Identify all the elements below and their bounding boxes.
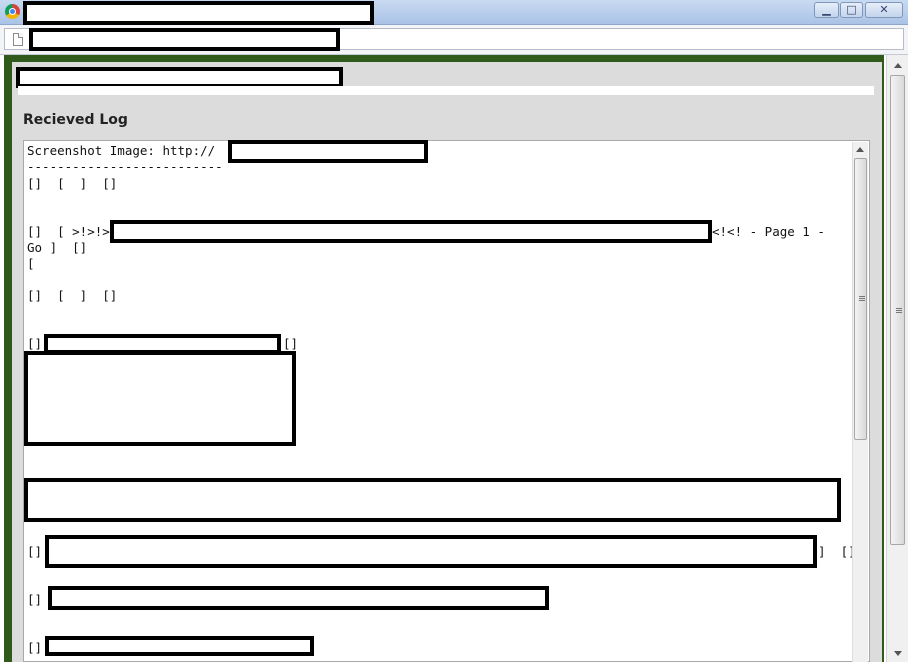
page-scroll-up-arrow-icon[interactable] — [894, 63, 902, 68]
log-line-8-prefix: [] — [27, 336, 43, 351]
link-redacted-2 — [45, 535, 817, 568]
address-bar-area — [0, 25, 908, 55]
block-redacted — [24, 351, 296, 446]
url-redacted — [29, 28, 340, 51]
scroll-up-arrow-icon[interactable] — [856, 147, 864, 152]
header-redacted — [16, 67, 343, 88]
maximize-button[interactable]: □ — [840, 2, 863, 18]
log-line-9-suffix: ] [] — [818, 544, 856, 559]
page-icon — [13, 33, 23, 46]
window-title-bar: ▁ □ ✕ — [0, 0, 908, 25]
close-button[interactable]: ✕ — [865, 2, 903, 18]
link-redacted-4 — [45, 636, 314, 656]
log-scrollbar[interactable] — [852, 142, 868, 662]
log-line-6: [ — [27, 256, 35, 271]
log-line-11-prefix: [] — [27, 640, 43, 655]
page-scrollbar-thumb[interactable] — [890, 75, 905, 545]
page-scroll-down-arrow-icon[interactable] — [894, 651, 902, 656]
minimize-button[interactable]: ▁ — [814, 2, 839, 18]
window-title-redacted — [23, 1, 374, 25]
page-title-redacted — [110, 220, 712, 243]
wide-block-redacted — [24, 478, 841, 522]
log-line-5: Go ] [] — [27, 240, 88, 255]
log-line-4-prefix: [] [ >!>!> — [27, 224, 110, 239]
header-divider — [18, 86, 874, 95]
chrome-icon — [5, 4, 20, 19]
log-line-7: [] [ ] [] — [27, 288, 118, 303]
screenshot-url-redacted — [228, 140, 428, 163]
log-heading: Recieved Log — [23, 112, 128, 128]
log-scrollbar-thumb[interactable] — [854, 158, 867, 440]
page-scrollbar[interactable] — [886, 55, 908, 662]
log-line-3: [] [ ] [] — [27, 176, 118, 191]
log-line-8-suffix: [] — [283, 336, 299, 351]
log-line-separator: -------------------------- — [27, 159, 223, 174]
link-redacted-3 — [48, 586, 549, 610]
log-line-screenshot: Screenshot Image: http:// — [27, 143, 216, 158]
log-line-9-prefix: [] — [27, 544, 43, 559]
log-line-10-prefix: [] — [27, 592, 43, 607]
log-line-4-suffix: <!<! - Page 1 - — [712, 224, 825, 239]
